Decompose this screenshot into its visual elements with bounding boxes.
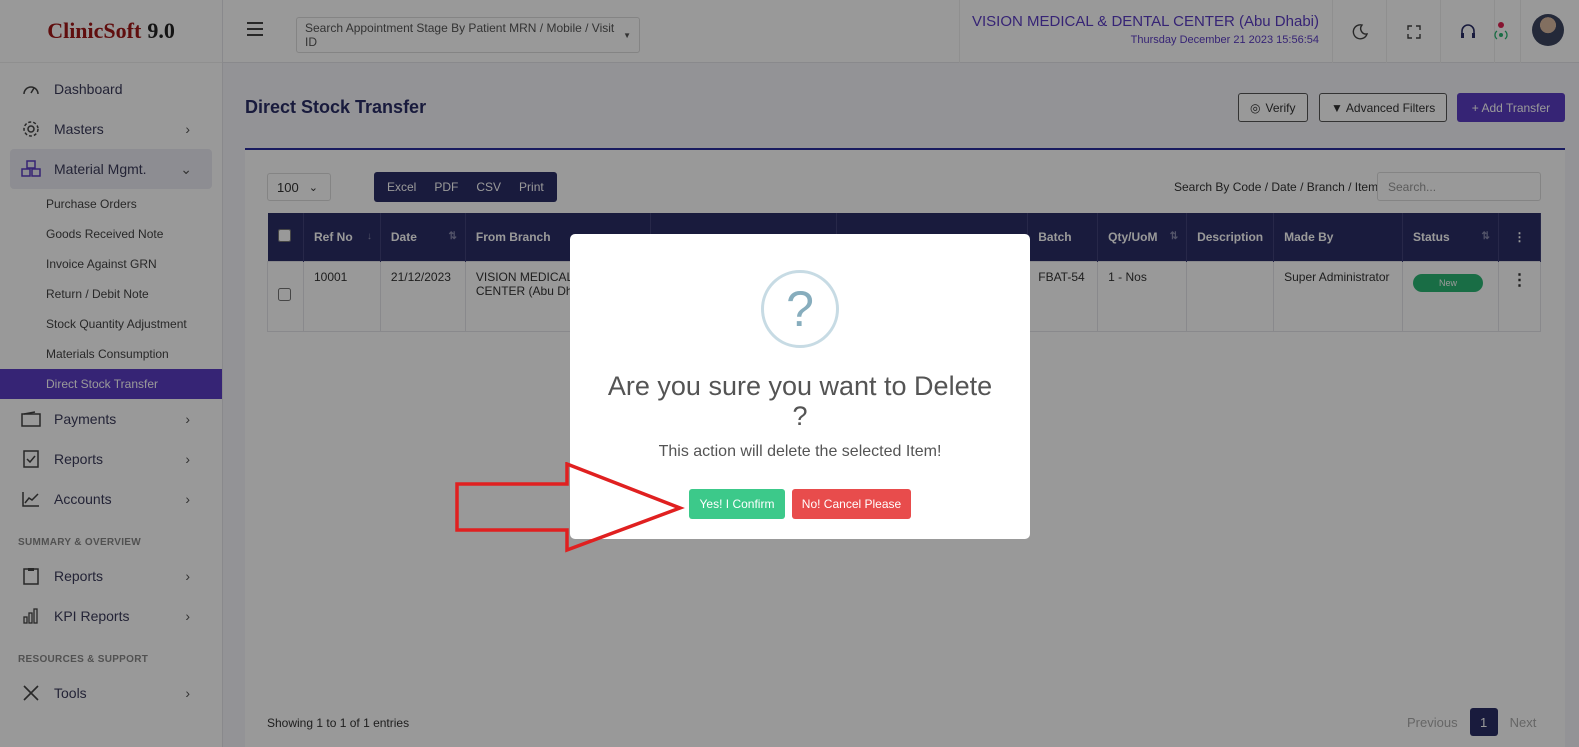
dialog-title: Are you sure you want to Delete ? <box>607 371 993 431</box>
confirm-button[interactable]: Yes! I Confirm <box>689 489 785 519</box>
dialog-message: This action will delete the selected Ite… <box>658 443 942 460</box>
question-icon: ? <box>761 270 839 348</box>
cancel-button[interactable]: No! Cancel Please <box>792 489 911 519</box>
delete-confirm-dialog: ? Are you sure you want to Delete ? This… <box>570 234 1030 539</box>
